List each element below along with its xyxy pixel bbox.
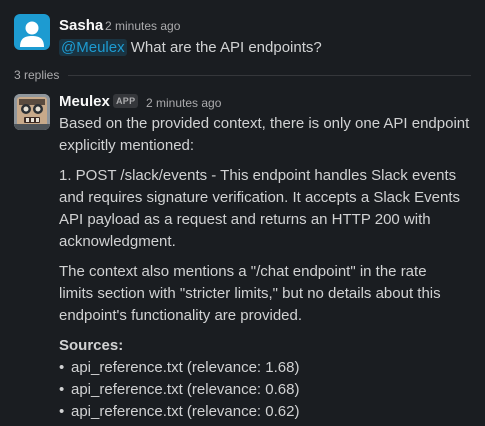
sender-name[interactable]: Sasha [59, 17, 103, 35]
message-timestamp[interactable]: 2 minutes ago [105, 17, 180, 35]
user-silhouette-icon [20, 21, 44, 47]
app-badge: APP [113, 94, 139, 108]
source-label: api_reference.txt (relevance: 1.68) [71, 359, 300, 376]
reply-paragraph: 1. POST /slack/events - This endpoint ha… [59, 167, 461, 250]
message-timestamp[interactable]: 2 minutes ago [146, 94, 221, 112]
source-label: api_reference.txt (relevance: 0.68) [71, 381, 300, 398]
message-meulex: Meulex APP 2 minutes ago Based on the pr… [0, 88, 485, 426]
replies-count[interactable]: 3 replies [14, 66, 59, 84]
message-sasha: Sasha 2 minutes ago @Meulex What are the… [0, 0, 485, 62]
message-text: @Meulex What are the API endpoints? [59, 37, 322, 59]
bullet-icon: • [59, 359, 65, 376]
reply-paragraph: The context also mentions a "/chat endpo… [59, 263, 441, 324]
reply-body: Based on the provided context, there is … [59, 113, 479, 423]
bullet-icon: • [59, 381, 65, 398]
source-item: • api_reference.txt (relevance: 0.62) [59, 401, 479, 423]
sender-name[interactable]: Meulex [59, 93, 110, 111]
divider-line [68, 75, 471, 76]
source-item: • api_reference.txt (relevance: 1.68) [59, 357, 479, 379]
thread-replies-divider: 3 replies [14, 66, 471, 84]
user-mention[interactable]: @Meulex [59, 39, 127, 56]
reply-paragraph: Based on the provided context, there is … [59, 115, 470, 154]
meulex-avatar[interactable] [14, 94, 50, 130]
source-label: api_reference.txt (relevance: 0.62) [71, 403, 300, 420]
sasha-avatar[interactable] [14, 14, 50, 50]
message-body: What are the API endpoints? [130, 39, 322, 56]
sources-heading: Sources: [59, 337, 124, 354]
source-item: • api_reference.txt (relevance: 0.68) [59, 379, 479, 401]
bullet-icon: • [59, 403, 65, 420]
robot-avatar-icon [14, 94, 50, 130]
sources-list: • api_reference.txt (relevance: 1.68) • ap… [59, 357, 479, 423]
